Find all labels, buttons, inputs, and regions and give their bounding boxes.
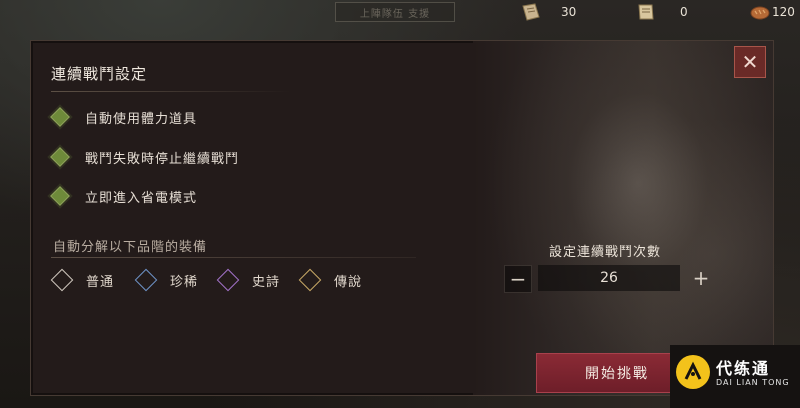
battle-count-label: 設定連續戰鬥次數 <box>549 245 662 260</box>
option-power-saving[interactable]: 立即進入省電模式 <box>50 186 198 206</box>
option-label: 立即進入省電模式 <box>85 190 198 206</box>
option-stop-on-fail[interactable]: 戰鬥失敗時停止繼續戰鬥 <box>50 147 240 167</box>
resource-ticket-a: 30 <box>521 2 576 22</box>
watermark-subtext: DAI LIAN TONG <box>716 378 790 387</box>
rarity-label: 史詩 <box>252 274 281 290</box>
resource-value: 0 <box>680 5 688 19</box>
rarity-label: 普通 <box>86 274 115 290</box>
option-auto-stamina[interactable]: 自動使用體力道具 <box>50 107 198 127</box>
watermark-text: 代练通 <box>716 359 771 378</box>
top-resource-bar: 上陣隊伍 支援 30 0 120 <box>0 0 800 26</box>
continuous-battle-dialog: 連續戰鬥設定 ✕ 自動使用體力道具 戰鬥失敗時停止繼續戰鬥 立即進入省電模式 自… <box>30 40 774 396</box>
checkbox-checked-icon[interactable] <box>50 186 70 206</box>
checkbox-checked-icon[interactable] <box>50 147 70 167</box>
dialog-title: 連續戰鬥設定 <box>51 65 148 83</box>
rarity-rare[interactable]: 珍稀 <box>134 268 199 292</box>
resource-value: 30 <box>561 5 577 19</box>
checkbox-unchecked-icon[interactable] <box>216 268 240 292</box>
rarity-common[interactable]: 普通 <box>50 268 115 292</box>
option-label: 戰鬥失敗時停止繼續戰鬥 <box>85 151 240 167</box>
battle-count-field[interactable]: 26 <box>538 265 680 291</box>
divider <box>51 91 291 92</box>
option-label: 自動使用體力道具 <box>85 111 198 127</box>
resource-stamina: 120 <box>750 2 795 22</box>
decrement-button[interactable]: − <box>504 265 532 293</box>
checkbox-unchecked-icon[interactable] <box>134 268 158 292</box>
map-scroll-icon <box>521 3 541 21</box>
resource-value: 120 <box>772 5 795 19</box>
plus-icon: + <box>692 266 710 290</box>
checkbox-checked-icon[interactable] <box>50 107 70 127</box>
map-scroll-icon <box>636 3 656 21</box>
resource-ticket-b: 0 <box>636 2 688 22</box>
checkbox-unchecked-icon[interactable] <box>50 268 74 292</box>
divider <box>51 257 416 258</box>
rarity-legendary[interactable]: 傳說 <box>298 268 363 292</box>
team-tab[interactable]: 上陣隊伍 支援 <box>335 2 455 22</box>
watermark-logo-icon <box>676 355 710 389</box>
close-button[interactable]: ✕ <box>734 46 766 78</box>
battle-illustration <box>473 41 773 395</box>
minus-icon: − <box>509 267 527 291</box>
bread-icon <box>750 3 770 21</box>
rarity-label: 傳說 <box>334 274 363 290</box>
rarity-label: 珍稀 <box>170 274 199 290</box>
checkbox-unchecked-icon[interactable] <box>298 268 322 292</box>
dismantle-section-label: 自動分解以下品階的裝備 <box>53 240 208 255</box>
increment-button[interactable]: + <box>688 265 714 291</box>
close-icon: ✕ <box>741 50 759 74</box>
rarity-epic[interactable]: 史詩 <box>216 268 281 292</box>
watermark: 代练通 DAI LIAN TONG <box>670 345 800 408</box>
